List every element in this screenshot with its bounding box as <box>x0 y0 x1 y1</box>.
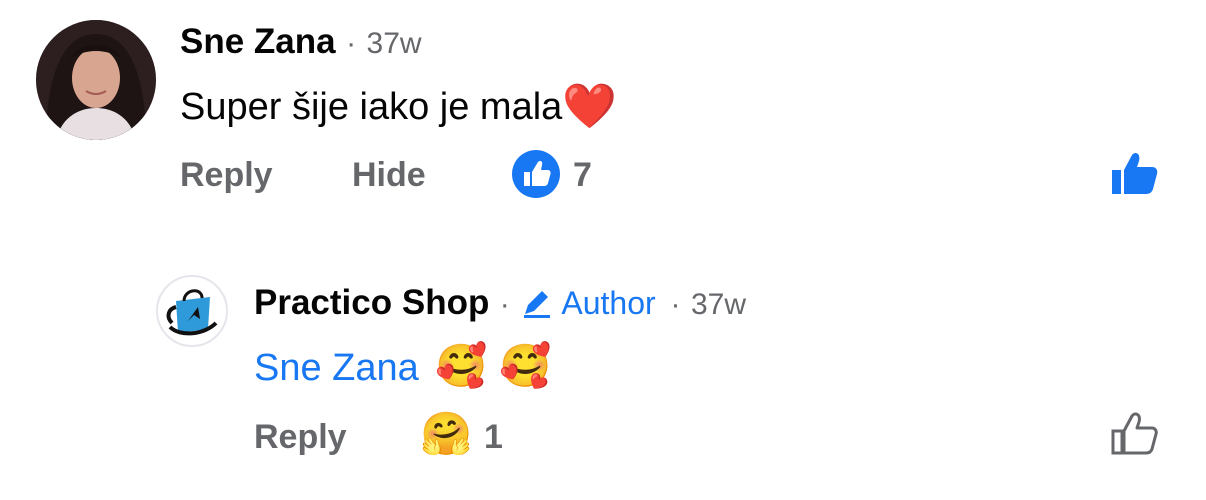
like-reaction-icon[interactable] <box>512 150 560 198</box>
separator-dot: · <box>346 27 357 60</box>
comment-header: Sne Zana · 37w <box>180 22 422 62</box>
reply-text: Sne Zana 🥰 🥰 <box>254 342 552 391</box>
reply-button[interactable]: Reply <box>180 156 273 195</box>
reaction-count[interactable]: 1 <box>484 418 503 457</box>
shop-avatar[interactable] <box>156 275 228 347</box>
thumbs-up-filled-icon[interactable] <box>1110 150 1158 196</box>
timestamp[interactable]: 37w <box>691 288 746 321</box>
hide-button[interactable]: Hide <box>352 156 426 195</box>
like-count[interactable]: 7 <box>573 156 592 195</box>
care-reaction-icon[interactable]: 🤗 <box>420 410 472 458</box>
author-badge: Author <box>520 285 664 321</box>
avatar-photo <box>36 20 156 140</box>
author-badge-label: Author <box>561 285 656 321</box>
heart-emoji: ❤️ <box>562 82 618 131</box>
avatar[interactable] <box>36 20 156 140</box>
author-name[interactable]: Practico Shop <box>254 283 489 322</box>
author-name[interactable]: Sne Zana <box>180 22 336 61</box>
mention-link[interactable]: Sne Zana <box>254 347 419 389</box>
smiling-hearts-emoji: 🥰 🥰 <box>435 342 552 389</box>
thumbs-up-outline-icon[interactable] <box>1110 410 1158 456</box>
separator-dot: · <box>499 288 510 321</box>
reply-button[interactable]: Reply <box>254 418 347 457</box>
pencil-icon <box>524 291 551 318</box>
shopping-bag-logo-icon <box>166 289 218 336</box>
comment-text: Super šije iako je mala❤️ <box>180 80 617 132</box>
reply-header: Practico Shop · Author · 37w <box>254 283 746 323</box>
timestamp[interactable]: 37w <box>367 27 422 60</box>
comment-body: Super šije iako je mala <box>180 86 563 128</box>
separator-dot: · <box>670 288 681 321</box>
